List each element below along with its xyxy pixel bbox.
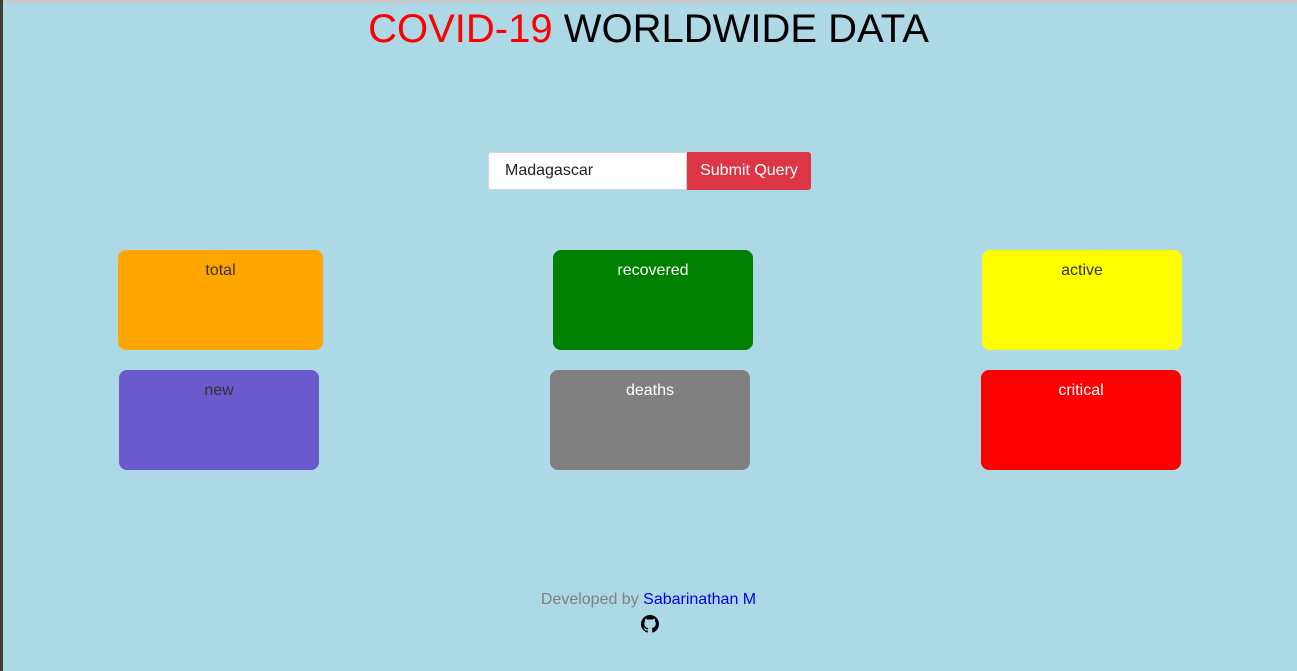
card-active-label: active: [1061, 262, 1103, 279]
card-active-value: [982, 288, 1182, 306]
card-deaths-label: deaths: [625, 382, 675, 399]
window-left-edge: [0, 0, 3, 671]
author-link[interactable]: Sabarinathan M: [643, 591, 756, 608]
title-highlight: COVID-19: [368, 7, 553, 51]
card-active: active: [982, 250, 1182, 350]
window-top-edge: [0, 0, 1297, 3]
card-recovered-label: recovered: [617, 262, 689, 279]
card-critical-value: [981, 408, 1181, 426]
card-total: total: [118, 250, 323, 350]
github-icon-svg: [641, 615, 659, 633]
card-new-value: [119, 408, 319, 426]
card-new-label: new: [204, 382, 234, 399]
country-search-form: Submit Query: [488, 152, 811, 190]
card-critical: critical: [981, 370, 1181, 470]
card-critical-label: critical: [1058, 382, 1104, 399]
submit-query-button[interactable]: Submit Query: [687, 152, 811, 190]
title-rest: WORLDWIDE DATA: [563, 7, 929, 51]
card-new: new: [119, 370, 319, 470]
card-deaths-value: [550, 408, 750, 426]
card-deaths: deaths: [550, 370, 750, 470]
developed-by-text: Developed by: [540, 591, 639, 608]
card-total-value: [118, 288, 323, 306]
card-total-label: total: [205, 262, 236, 279]
country-input[interactable]: [488, 152, 687, 190]
page-title: COVID-19 WORLDWIDE DATA: [0, 7, 1297, 51]
card-recovered-value: [553, 288, 753, 306]
card-recovered: recovered: [553, 250, 753, 350]
github-icon[interactable]: [641, 615, 659, 633]
footer: Developed by Sabarinathan M: [0, 590, 1297, 610]
